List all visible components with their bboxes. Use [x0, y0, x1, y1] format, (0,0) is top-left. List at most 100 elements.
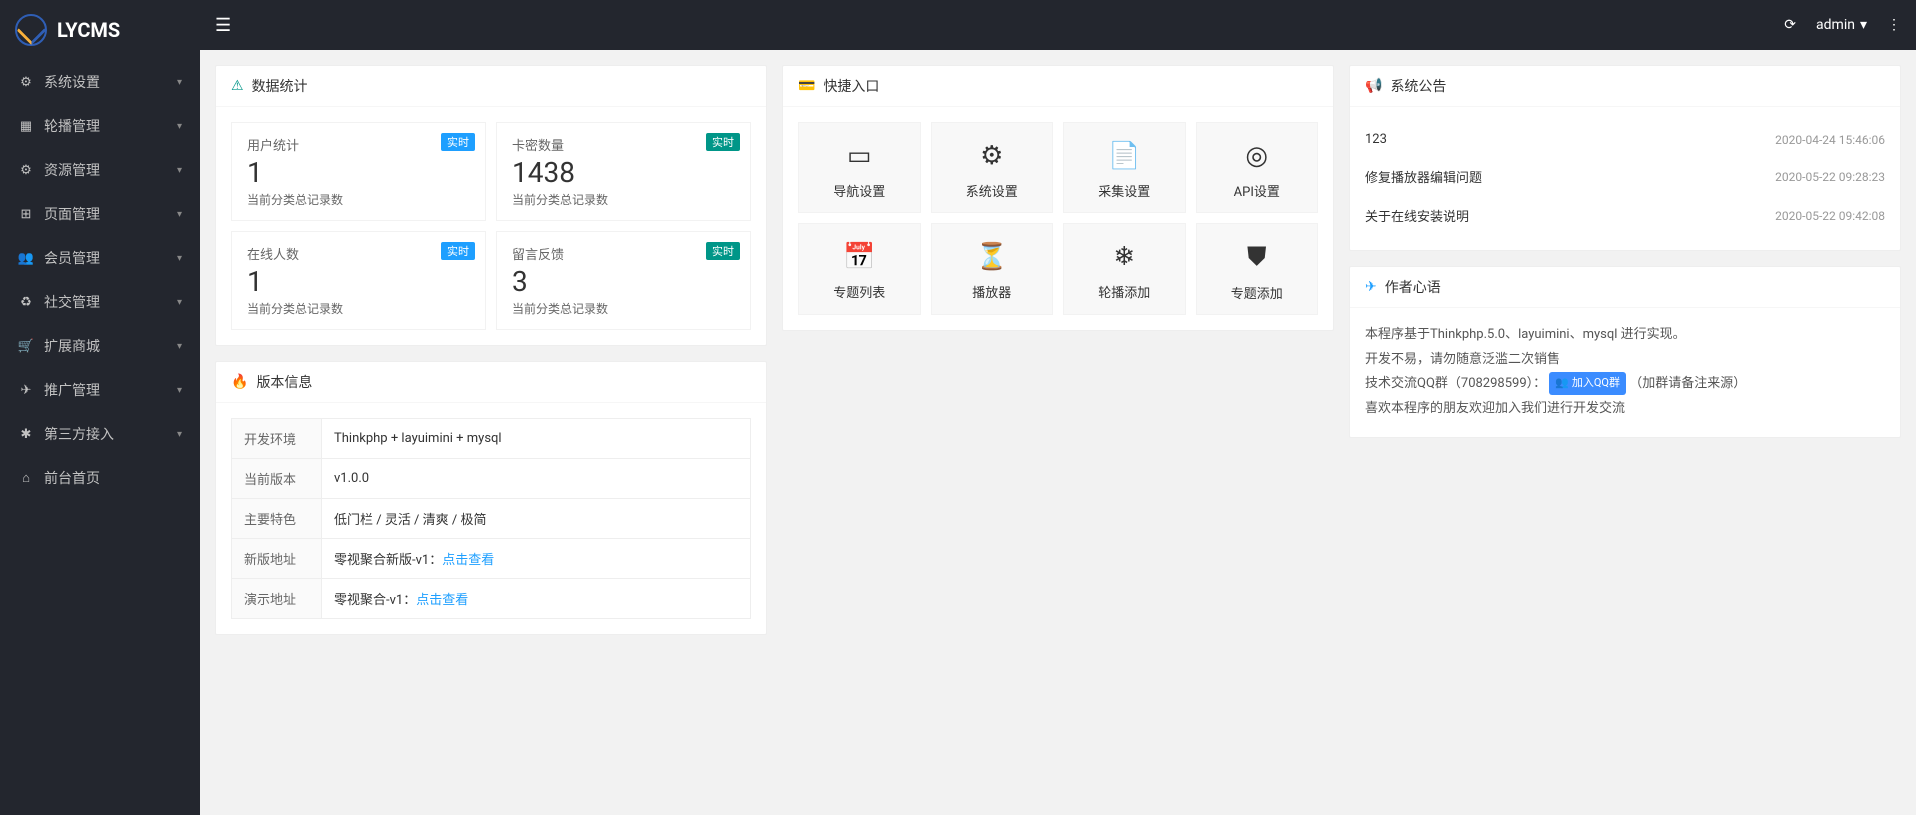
nav-icon: ⊞ [18, 207, 34, 222]
send-icon: ✈ [1365, 279, 1377, 295]
chevron-down-icon: ▾ [177, 385, 182, 396]
notice-title: 系统公告 [1390, 76, 1446, 96]
quick-title: 快捷入口 [823, 76, 879, 96]
chevron-down-icon: ▾ [177, 77, 182, 88]
realtime-badge: 实时 [706, 133, 740, 151]
notice-time: 2020-04-24 15:46:06 [1775, 133, 1885, 147]
nav-icon: ⚙ [18, 75, 34, 90]
sidebar-toggle-icon[interactable]: ☰ [215, 15, 231, 36]
version-card: 🔥 版本信息 开发环境Thinkphp + layuimini + mysql当… [215, 361, 767, 635]
author-line2: 开发不易，请勿随意泛滥二次销售 [1365, 348, 1885, 373]
nav-icon: ✱ [18, 427, 34, 442]
quick-item-1[interactable]: ⚙系统设置 [931, 122, 1054, 213]
user-menu[interactable]: admin ▾ [1816, 17, 1867, 33]
chevron-down-icon: ▾ [177, 297, 182, 308]
data-stats-card: ⚠ 数据统计 实时用户统计1当前分类总记录数实时卡密数量1438当前分类总记录数… [215, 65, 767, 346]
quick-item-3[interactable]: ◎ API设置 [1196, 122, 1319, 213]
version-row: 演示地址零视聚合-v1：点击查看 [232, 579, 751, 619]
version-value: 低门栏 / 灵活 / 清爽 / 极简 [322, 499, 751, 539]
notice-text: 关于在线安装说明 [1365, 206, 1469, 225]
nav-icon: ♻ [18, 295, 34, 310]
author-title: 作者心语 [1385, 277, 1441, 297]
quick-entry-card: 💳 快捷入口 ▭导航设置⚙系统设置📄采集设置 ◎ API设置 📅 专题列表 ⏳ 播放器 ❄ 轮播… [782, 65, 1334, 331]
quick-item-6[interactable]: ❄ 轮播添加 [1063, 223, 1186, 315]
nav-item-1[interactable]: ▦轮播管理▾ [0, 104, 200, 148]
version-link[interactable]: 点击查看 [416, 593, 468, 608]
notice-text: 修复播放器编辑问题 [1365, 167, 1482, 186]
quick-label: 专题列表 [804, 282, 915, 301]
nav-item-7[interactable]: ✈推广管理▾ [0, 368, 200, 412]
refresh-icon[interactable]: ⟳ [1784, 17, 1796, 33]
nav-icon: 🛒 [18, 339, 34, 354]
nav-item-5[interactable]: ♻社交管理▾ [0, 280, 200, 324]
stat-sub: 当前分类总记录数 [512, 300, 735, 317]
notice-card: 📢 系统公告 123 2020-04-24 15:46:06 修复播放器编辑问题 20… [1349, 65, 1901, 251]
nav-menu: ⚙系统设置▾▦轮播管理▾⚙资源管理▾⊞页面管理▾👥会员管理▾♻社交管理▾🛒扩展商… [0, 60, 200, 500]
nav-item-6[interactable]: 🛒扩展商城▾ [0, 324, 200, 368]
version-link[interactable]: 点击查看 [442, 553, 494, 568]
quick-icon: ⏳ [937, 242, 1048, 272]
nav-label: 轮播管理 [44, 116, 100, 136]
nav-item-3[interactable]: ⊞页面管理▾ [0, 192, 200, 236]
version-key: 当前版本 [232, 459, 322, 499]
caret-down-icon: ▾ [1860, 17, 1867, 33]
notice-text: 123 [1365, 132, 1387, 147]
quick-icon: 📅 [804, 242, 915, 272]
nav-item-8[interactable]: ✱第三方接入▾ [0, 412, 200, 456]
notice-time: 2020-05-22 09:28:23 [1775, 170, 1885, 184]
quick-item-5[interactable]: ⏳ 播放器 [931, 223, 1054, 315]
quick-icon: 📄 [1069, 141, 1180, 171]
bullhorn-icon: 📢 [1365, 78, 1382, 94]
nav-item-4[interactable]: 👥会员管理▾ [0, 236, 200, 280]
chevron-down-icon: ▾ [177, 253, 182, 264]
author-line1: 本程序基于Thinkphp.5.0、layuimini、mysql 进行实现。 [1365, 323, 1885, 348]
version-key: 新版地址 [232, 539, 322, 579]
quick-label: 播放器 [937, 282, 1048, 301]
version-row: 新版地址零视聚合新版-v1：点击查看 [232, 539, 751, 579]
quick-item-2[interactable]: 📄采集设置 [1063, 122, 1186, 213]
notice-item[interactable]: 关于在线安装说明2020-05-22 09:42:08 [1365, 196, 1885, 235]
notice-item[interactable]: 修复播放器编辑问题 2020-05-22 09:28:23 [1365, 157, 1885, 196]
nav-label: 扩展商城 [44, 336, 100, 356]
nav-item-2[interactable]: ⚙资源管理▾ [0, 148, 200, 192]
nav-item-0[interactable]: ⚙ 系统设置 ▾ [0, 60, 200, 104]
version-value: Thinkphp + layuimini + mysql [322, 419, 751, 459]
version-title: 版本信息 [256, 372, 312, 392]
qq-group-badge[interactable]: 加入QQ群 [1549, 372, 1626, 395]
fire-icon: 🔥 [231, 374, 248, 390]
version-row: 主要特色低门栏 / 灵活 / 清爽 / 极简 [232, 499, 751, 539]
stat-title: 卡密数量 [512, 135, 735, 154]
stat-card-3: 实时留言反馈3当前分类总记录数 [496, 231, 751, 330]
quick-icon: ⚙ [937, 141, 1048, 171]
header: ☰ ⟳ admin ▾ ⋮ [200, 0, 1916, 50]
chevron-down-icon: ▾ [177, 165, 182, 176]
nav-item-9[interactable]: ⌂前台首页 [0, 456, 200, 500]
nav-icon: 👥 [18, 251, 34, 266]
notice-item[interactable]: 123 2020-04-24 15:46:06 [1365, 122, 1885, 157]
stat-card-1: 实时卡密数量1438当前分类总记录数 [496, 122, 751, 221]
stat-card-0: 实时用户统计1当前分类总记录数 [231, 122, 486, 221]
nav-label: 系统设置 [44, 72, 100, 92]
quick-label: 轮播添加 [1069, 282, 1180, 301]
nav-icon: ✈ [18, 383, 34, 398]
stat-value: 1438 [512, 156, 735, 189]
credit-card-icon: 💳 [798, 78, 815, 94]
logo-icon [15, 14, 47, 46]
author-line3: 技术交流QQ群（708298599）： 加入QQ群 （加群请备注来源） [1365, 372, 1885, 397]
stat-title: 用户统计 [247, 135, 470, 154]
version-key: 演示地址 [232, 579, 322, 619]
more-icon[interactable]: ⋮ [1887, 17, 1901, 33]
nav-icon: ▦ [18, 119, 34, 134]
app-name: LYCMS [57, 18, 120, 42]
quick-item-7[interactable]: ⛊专题添加 [1196, 223, 1319, 315]
logo[interactable]: LYCMS [0, 0, 200, 60]
sidebar: LYCMS ⚙系统设置▾▦轮播管理▾⚙资源管理▾⊞页面管理▾👥会员管理▾♻社交管… [0, 0, 200, 815]
quick-item-4[interactable]: 📅 专题列表 [798, 223, 921, 315]
quick-icon: ❄ [1069, 242, 1180, 272]
stat-sub: 当前分类总记录数 [247, 300, 470, 317]
quick-item-0[interactable]: ▭导航设置 [798, 122, 921, 213]
stat-title: 留言反馈 [512, 244, 735, 263]
quick-label: API设置 [1202, 181, 1313, 200]
quick-icon: ◎ [1202, 141, 1313, 171]
warning-icon: ⚠ [231, 78, 244, 94]
